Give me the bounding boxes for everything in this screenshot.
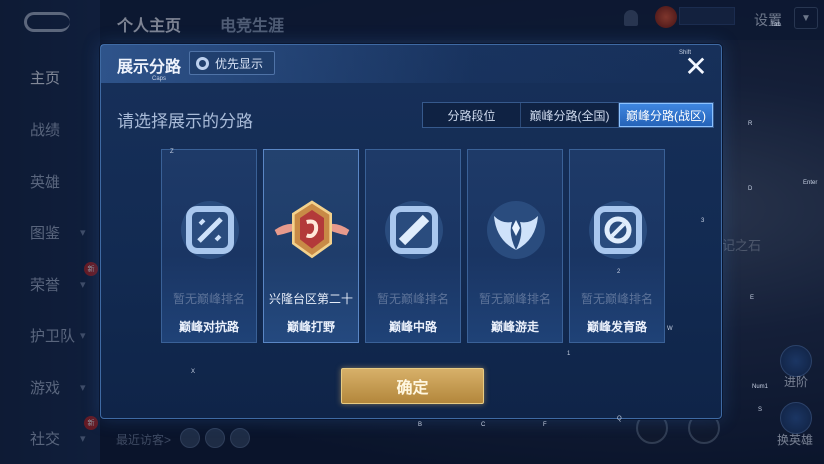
key-hint: Tab — [771, 22, 781, 28]
tab-peak-region[interactable]: 巅峰分路(战区) — [619, 103, 713, 127]
target-icon — [589, 201, 647, 259]
tab-peak-national[interactable]: 巅峰分路(全国) — [521, 103, 619, 127]
key-hint: W — [667, 326, 673, 332]
key-hint: D — [748, 186, 753, 192]
select-lane-prompt: 请选择展示的分路 — [117, 112, 253, 131]
priority-display-button[interactable]: 优先显示 — [189, 51, 275, 75]
lane-card-roam[interactable]: 暂无巅峰排名 巅峰游走 — [467, 149, 563, 343]
key-hint: B — [418, 422, 423, 428]
priority-label: 优先显示 — [215, 56, 264, 71]
tab-lane-rank[interactable]: 分路段位 — [423, 103, 521, 127]
lane-rank-text: 暂无巅峰排名 — [478, 292, 551, 306]
display-lane-dialog: 展示分路 优先显示 ✕ 请选择展示的分路 分路段位 巅峰分路(全国) 巅峰分路(… — [100, 44, 722, 419]
wings-icon — [487, 201, 545, 259]
lane-type-tabs: 分路段位 巅峰分路(全国) 巅峰分路(战区) — [422, 102, 714, 128]
staff-icon — [385, 201, 443, 259]
key-hint: Z — [170, 149, 174, 155]
lane-card-jungle[interactable]: 兴隆台区第二十 巅峰打野 — [263, 149, 359, 343]
lane-card-mid[interactable]: 暂无巅峰排名 巅峰中路 — [365, 149, 461, 343]
key-hint: F — [543, 422, 547, 428]
lane-name: 巅峰发育路 — [586, 320, 647, 334]
key-hint: E — [750, 295, 755, 301]
lane-rank-text: 暂无巅峰排名 — [172, 292, 245, 306]
key-hint: Q — [617, 416, 622, 422]
lane-card-clash[interactable]: 暂无巅峰排名 巅峰对抗路 — [161, 149, 257, 343]
lane-name: 巅峰打野 — [286, 320, 335, 334]
key-hint: 3 — [701, 218, 705, 224]
key-hint: C — [481, 422, 486, 428]
game-profile-screen: 主页 战绩 英雄 图鉴 ▾ 荣誉 ▾ 新 护卫队 ▾ 游戏 ▾ 社交 ▾ 新 个人主页 电竞生… — [0, 0, 824, 464]
lane-rank-text: 兴隆台区第二十 — [268, 292, 353, 306]
key-hint: Shift — [679, 50, 692, 56]
confirm-button[interactable]: 确定 — [341, 368, 484, 404]
key-hint: 2 — [617, 269, 621, 275]
key-hint: Enter — [803, 180, 818, 186]
sword-shield-icon — [181, 201, 239, 259]
lane-name: 巅峰对抗路 — [178, 320, 239, 334]
key-hint: 1 — [567, 351, 571, 357]
lane-rank-text: 暂无巅峰排名 — [376, 292, 449, 306]
key-hint: X — [191, 369, 196, 375]
lane-name: 巅峰中路 — [388, 320, 437, 334]
lane-card-farm[interactable]: 暂无巅峰排名 巅峰发育路 — [569, 149, 665, 343]
key-hint: Num1 — [752, 384, 769, 390]
key-hint: Caps — [152, 76, 167, 82]
gear-icon — [196, 56, 209, 70]
key-hint: R — [748, 121, 753, 127]
dialog-title: 展示分路 — [117, 59, 182, 76]
lane-name: 巅峰游走 — [490, 320, 539, 334]
winged-emblem-icon — [274, 200, 350, 259]
lane-rank-text: 暂无巅峰排名 — [580, 292, 653, 306]
key-hint: S — [758, 407, 763, 413]
